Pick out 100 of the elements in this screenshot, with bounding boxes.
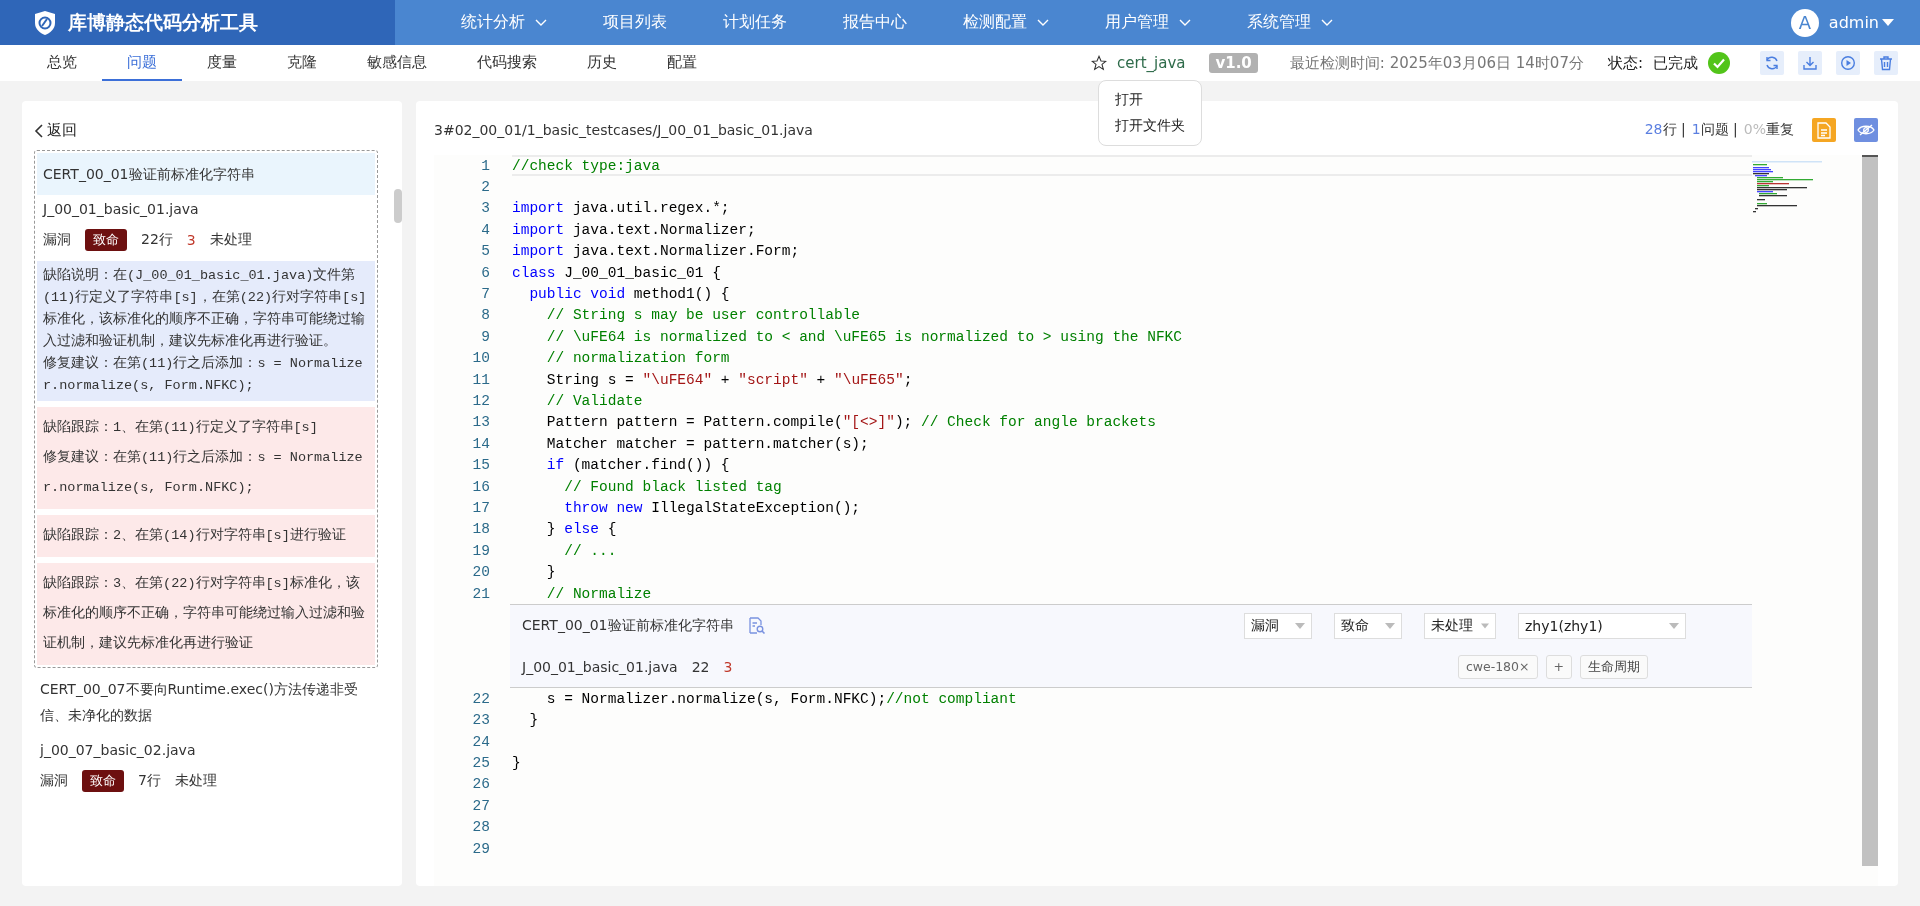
code-line: }	[528, 712, 539, 729]
nav-menu-item[interactable]: 项目列表	[595, 8, 675, 37]
issue-line: 22	[691, 658, 710, 675]
nav-menu-item[interactable]: 计划任务	[715, 8, 795, 37]
line-number: 29	[471, 840, 490, 857]
line-number: 19	[471, 542, 490, 559]
back-link[interactable]: 返回	[34, 121, 77, 140]
line-number: 10	[471, 350, 490, 367]
nav-menu-item[interactable]: 统计分析	[453, 8, 555, 37]
code-line: } else {	[545, 521, 617, 538]
issue-status: 未处理	[174, 772, 217, 790]
caret-down-icon[interactable]	[1385, 622, 1395, 629]
nav-menu-item[interactable]: 系统管理	[1239, 8, 1341, 37]
line-number: 7	[480, 286, 490, 303]
document-search-icon[interactable]	[747, 616, 766, 635]
line-number: 28	[471, 819, 490, 836]
status-value: 已完成	[1653, 53, 1698, 73]
tag-chip[interactable]: cwe-180×	[1457, 654, 1538, 679]
tab[interactable]: 总览	[22, 45, 102, 81]
chevron-left-icon[interactable]	[34, 123, 43, 138]
severity-badge: 致命	[85, 229, 127, 251]
chevron-down-icon[interactable]	[1037, 18, 1049, 27]
chevron-down-icon[interactable]	[1179, 18, 1191, 27]
user-menu[interactable]: admin	[1828, 13, 1894, 32]
line-number: 25	[471, 755, 490, 772]
nav-menu-item[interactable]: 报告中心	[835, 8, 915, 37]
caret-down-icon[interactable]	[1669, 622, 1679, 629]
code-line: class J_00_01_basic_01 {	[512, 264, 721, 281]
document-button[interactable]	[1812, 118, 1836, 142]
line-number: 13	[471, 414, 490, 431]
caret-down-icon[interactable]	[1882, 18, 1894, 27]
severity-select[interactable]: 致命	[1334, 612, 1402, 639]
tab[interactable]: 克隆	[262, 45, 342, 81]
code-line: // Normalize	[545, 585, 652, 602]
eye-slash-icon[interactable]	[1857, 123, 1875, 137]
line-number: 23	[471, 712, 490, 729]
line-number: 12	[471, 393, 490, 409]
chevron-down-icon[interactable]	[535, 18, 547, 27]
tab[interactable]: 问题	[102, 45, 182, 81]
hide-button[interactable]	[1854, 118, 1878, 142]
tab[interactable]: 历史	[562, 45, 642, 81]
trace-block[interactable]: 缺陷跟踪：1、在第(11)行定义了字符串[s] 修复建议：在第(11)行之后添加：s = Normalizer.normalize(s, Form.NFKC);	[37, 407, 375, 509]
shield-logo-icon	[34, 9, 56, 36]
duplication-rate: 0%重复	[1743, 121, 1794, 139]
file-path: 3#02_00_01/1_basic_testcases/J_00_01_basic_01.java	[434, 122, 813, 138]
trace-step: 缺陷跟踪：2、在第(14)行对字符串[s]进行验证	[43, 521, 369, 551]
issue-type: 漏洞	[43, 231, 71, 249]
code-line: // ...	[563, 542, 617, 559]
fix-suggestion: 修复建议：在第(11)行之后添加：s = Normalizer.normalize(s, Form.NFKC);	[43, 354, 364, 395]
last-scan-time: 最近检测时间: 2025年03月06日 14时07分	[1289, 53, 1584, 73]
code-line: }	[512, 755, 521, 772]
menu-item[interactable]: 打开文件夹	[1099, 113, 1201, 139]
line-number: 20	[471, 564, 490, 581]
line-number: 16	[471, 478, 490, 495]
nav-menu-item[interactable]: 用户管理	[1097, 8, 1199, 37]
defect-description: 缺陷说明：在(J_00_01_basic_01.java)文件第(11)行定义了字符串[s]，在第(22)行对字符串[s]标准化，该标准化的顺序不正确，字符串可能绕过输入过滤和验证机制，建议先标准化再进行验证。	[43, 266, 368, 351]
code-line: import java.util.regex.*;	[512, 200, 730, 217]
user-avatar[interactable]: A	[1790, 8, 1819, 37]
star-icon[interactable]	[1091, 55, 1107, 71]
scrollbar-thumb[interactable]	[394, 189, 402, 223]
assignee-select[interactable]: zhy1(zhy1)	[1518, 612, 1686, 639]
trace-block[interactable]: 缺陷跟踪：2、在第(14)行对字符串[s]进行验证	[37, 515, 375, 557]
status-label: 状态:	[1607, 53, 1643, 73]
fix-suggestion: 修复建议：在第(11)行之后添加：s = Normalizer.normalize(s, Form.NFKC);	[43, 448, 364, 497]
issue-count: 1问题 |	[1691, 121, 1738, 139]
scrollbar[interactable]	[1862, 155, 1878, 866]
code-line: //check type:java	[512, 157, 660, 174]
issue-card[interactable]	[34, 150, 378, 668]
tab[interactable]: 度量	[182, 45, 262, 81]
line-number: 6	[480, 264, 490, 281]
document-icon[interactable]	[1817, 121, 1831, 139]
issue-card[interactable]: CERT_00_07不要向Runtime.exec()方法传递非受信、未净化的数据 j_00_07_basic_02.java 漏洞 致命 7行 未处理	[34, 668, 378, 798]
app-title: 库博静态代码分析工具	[68, 9, 258, 35]
line-number: 11	[471, 371, 490, 388]
lifecycle-button[interactable]: 生命周期	[1580, 654, 1648, 679]
line-count: 28行 |	[1644, 121, 1686, 139]
issue-count: 3	[723, 658, 733, 675]
caret-down-icon[interactable]	[1481, 622, 1489, 629]
tab[interactable]: 配置	[642, 45, 722, 81]
code-line: // \uFE64 is normalized to < and \uFE65 is normalized to > using the NFKC	[545, 328, 1182, 345]
minimap-drawing[interactable]	[1752, 161, 1822, 213]
line-number: 5	[480, 243, 490, 260]
tab[interactable]: 代码搜索	[452, 45, 562, 81]
code-line: // String s may be user controllable	[545, 307, 861, 324]
status-select[interactable]: 未处理	[1424, 612, 1496, 639]
project-name[interactable]: cert_java	[1117, 54, 1186, 72]
code-line: import java.text.Normalizer;	[512, 221, 756, 238]
issue-title[interactable]: CERT_00_01验证前标准化字符串	[37, 153, 375, 195]
code-line: throw new IllegalStateException();	[563, 499, 861, 516]
line-number: 8	[480, 307, 490, 324]
issue-title[interactable]: CERT_00_07不要向Runtime.exec()方法传递非受信、未净化的数据	[34, 668, 378, 736]
code-line: // Validate	[545, 393, 643, 409]
chevron-down-icon[interactable]	[1321, 18, 1333, 27]
nav-menu-item[interactable]: 检测配置	[955, 8, 1057, 37]
type-select[interactable]: 漏洞	[1244, 612, 1312, 639]
caret-down-icon[interactable]	[1295, 622, 1305, 629]
add-tag-button[interactable]: +	[1545, 654, 1572, 679]
line-number: 21	[471, 585, 490, 602]
menu-item[interactable]: 打开	[1099, 87, 1201, 113]
tab[interactable]: 敏感信息	[342, 45, 452, 81]
